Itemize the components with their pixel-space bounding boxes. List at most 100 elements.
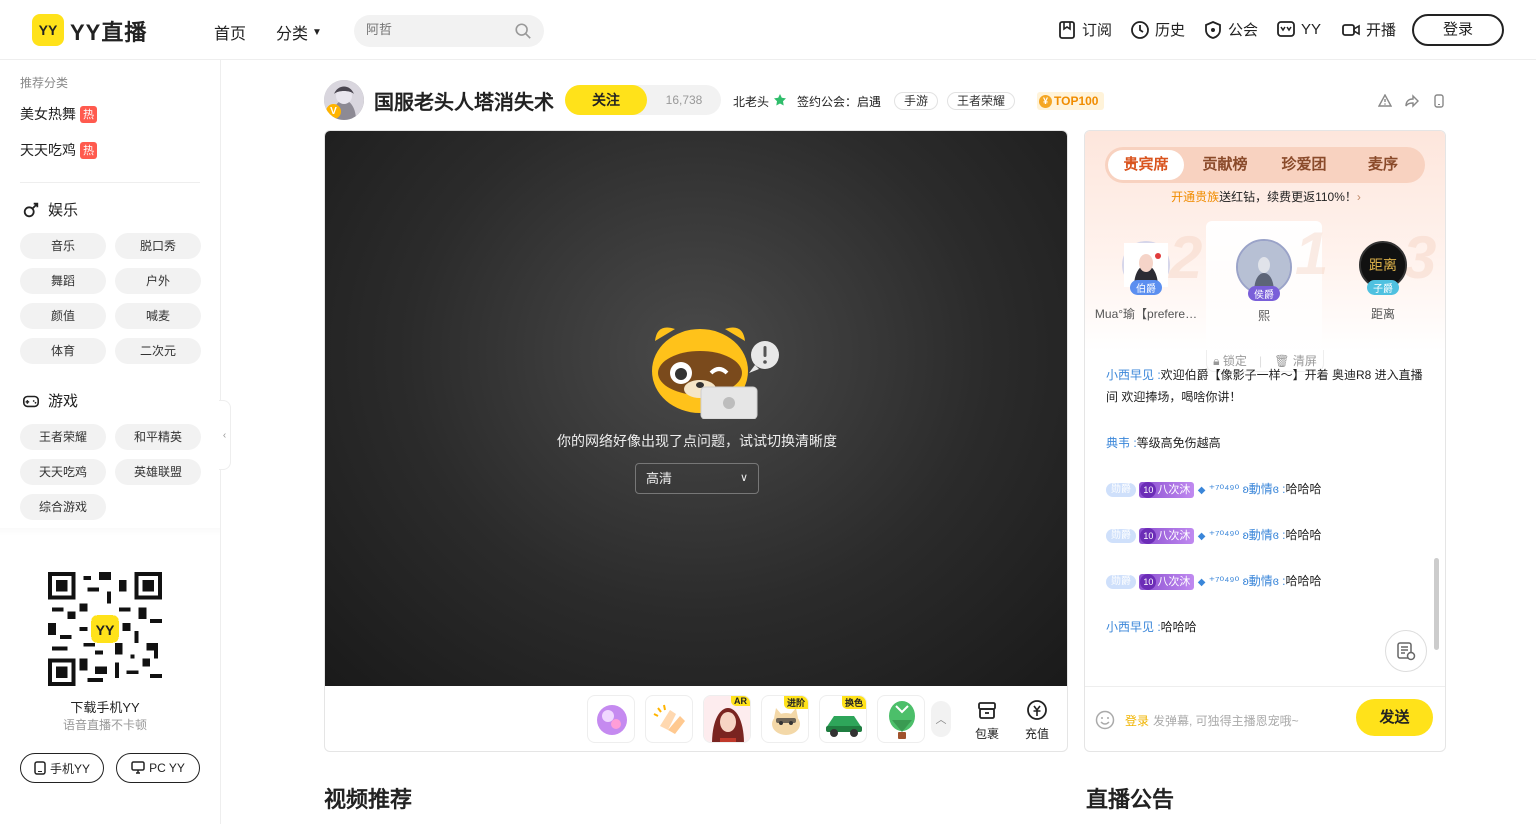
clapping-hands-gift-icon [653, 704, 685, 734]
sidebar-collapse-handle[interactable]: ‹ [219, 400, 231, 470]
fan-name: 八次沐 [1157, 575, 1191, 588]
input-login-link[interactable]: 登录 [1125, 712, 1149, 729]
host-avatar[interactable]: V [324, 80, 364, 120]
gift-item[interactable] [645, 695, 693, 743]
sidebar-item-label: 美女热舞 [20, 106, 76, 122]
chat-text: 哈哈哈 [1285, 528, 1322, 542]
quality-select[interactable]: 高清 ∨ [635, 463, 759, 494]
gift-badge: AR [731, 696, 750, 706]
tag-honor-of-kings[interactable]: 王者荣耀 [947, 92, 1016, 110]
diamond-icon: ◆ [1197, 531, 1206, 542]
chat-username[interactable]: 小西早见 : [1106, 620, 1161, 634]
gift-badge: 换色 [841, 696, 866, 709]
category-pill[interactable]: 综合游戏 [20, 494, 106, 520]
noble-promo[interactable]: 开通贵族送红钻，续费更返110%！› [1085, 188, 1445, 205]
chevron-left-icon: ‹ [222, 429, 227, 441]
chat-username[interactable]: ⁺⁷⁰⁴⁹⁰ ʚ動情ɞ : [1209, 528, 1286, 542]
follow-button[interactable]: 关注 [565, 85, 647, 115]
vip-seat-3[interactable]: 距离 子爵 距离 [1335, 241, 1431, 322]
chat-username[interactable]: ⁺⁷⁰⁴⁹⁰ ʚ動情ɞ : [1209, 574, 1286, 588]
search-icon[interactable] [514, 22, 532, 40]
share-icon[interactable] [1405, 94, 1419, 108]
gift-item[interactable]: AR [703, 695, 751, 743]
subscribe-link[interactable]: 订阅 [1057, 19, 1112, 40]
top100-badge[interactable]: ¥ TOP100 [1037, 92, 1105, 110]
crystal-ball-gift-icon [597, 705, 627, 735]
video-area[interactable]: 你的网络好像出现了点问题，试试切换清晰度 高清 ∨ [325, 131, 1067, 686]
hot-badge: 热 [80, 105, 97, 123]
guild-link[interactable]: 公会 [1203, 19, 1258, 40]
chat-scrollbar[interactable] [1434, 558, 1439, 650]
yy-logo-icon[interactable]: YY [32, 14, 64, 46]
report-icon[interactable] [1378, 94, 1392, 108]
gift-item[interactable]: 换色 [819, 695, 867, 743]
backpack-icon [978, 702, 996, 719]
category-pill[interactable]: 和平精英 [115, 424, 201, 450]
section-entertainment[interactable]: 娱乐 [22, 199, 78, 220]
recharge-button[interactable]: 充值 [1021, 699, 1053, 742]
category-pill[interactable]: 音乐 [20, 233, 106, 259]
gift-item[interactable]: 进阶 [761, 695, 809, 743]
guild-label: 公会 [1228, 22, 1259, 39]
category-pill[interactable]: 二次元 [115, 338, 201, 364]
tab-vip-seats[interactable]: 贵宾席 [1108, 150, 1184, 180]
promo-text: 送红钻，续费更返110%！ [1219, 190, 1357, 204]
tab-contribution[interactable]: 贡献榜 [1187, 150, 1263, 180]
rank-badge: 子爵 [1367, 280, 1399, 295]
chat-settings-button[interactable] [1385, 630, 1427, 672]
go-live-link[interactable]: 开播 [1341, 19, 1396, 40]
category-pill[interactable]: 户外 [115, 268, 201, 294]
pc-yy-button[interactable]: PC YY [116, 753, 200, 783]
gift-item[interactable] [877, 695, 925, 743]
go-live-label: 开播 [1366, 22, 1397, 39]
history-link[interactable]: 历史 [1130, 19, 1185, 40]
category-pill[interactable]: 舞蹈 [20, 268, 106, 294]
mobile-yy-button[interactable]: 手机YY [20, 753, 104, 783]
vip-seat-2[interactable]: 伯爵 Mua°瑜【prefere… [1093, 241, 1199, 322]
qr-code-icon: YY [48, 572, 162, 686]
medal-icon: ¥ [1039, 94, 1052, 108]
section-games[interactable]: 游戏 [22, 390, 78, 411]
chat-username[interactable]: 小西早见 : [1106, 368, 1161, 382]
more-gifts-button[interactable]: ︿ [931, 701, 951, 737]
category-pill[interactable]: 天天吃鸡 [20, 459, 106, 485]
nav-category[interactable]: 分类 ▼ [276, 20, 322, 44]
fan-level: 10 [1140, 573, 1157, 590]
send-button[interactable]: 发送 [1356, 699, 1433, 736]
search-input[interactable] [366, 22, 506, 37]
chat-message: 勋爵 10 八次沐 ◆ ⁺⁷⁰⁴⁹⁰ ʚ動情ɞ :哈哈哈 [1106, 570, 1426, 594]
guild-info[interactable]: 签约公会：启遇 [797, 93, 881, 110]
category-pill[interactable]: 王者荣耀 [20, 424, 106, 450]
login-button[interactable]: 登录 [1412, 14, 1504, 46]
mobile-view-icon[interactable] [1432, 94, 1446, 108]
sidebar-item-pubg[interactable]: 天天吃鸡 热 [20, 140, 97, 160]
divider [0, 528, 220, 536]
vip-seat-1[interactable]: 侯爵 熙 [1213, 239, 1315, 324]
gift-item[interactable] [587, 695, 635, 743]
host-name[interactable]: 北老头 [733, 93, 769, 110]
chat-username[interactable]: 典韦 : [1106, 436, 1137, 450]
chat-input-placeholder[interactable]: 发弹幕, 可独得主播恩宠哦~ [1153, 712, 1299, 729]
chat-text: 哈哈哈 [1285, 574, 1322, 588]
tab-fan-club[interactable]: 珍爱团 [1266, 150, 1342, 180]
logo-text[interactable]: YY直播 [70, 15, 147, 47]
fan-level: 10 [1140, 527, 1157, 544]
category-pill[interactable]: 体育 [20, 338, 106, 364]
category-pill[interactable]: 英雄联盟 [115, 459, 201, 485]
sidebar: 推荐分类 美女热舞 热 天天吃鸡 热 娱乐 音乐 脱口秀 舞蹈 户外 颜值 喊麦… [0, 60, 221, 824]
yy-link[interactable]: YY [1276, 19, 1321, 39]
clock-icon [1131, 20, 1149, 39]
backpack-button[interactable]: 包裹 [971, 699, 1003, 742]
chat-username[interactable]: ⁺⁷⁰⁴⁹⁰ ʚ動情ɞ : [1209, 482, 1286, 496]
category-pill[interactable]: 喊麦 [115, 303, 201, 329]
follower-count: 16,738 [665, 93, 703, 107]
category-pill[interactable]: 脱口秀 [115, 233, 201, 259]
sidebar-item-dance[interactable]: 美女热舞 热 [20, 104, 97, 124]
tag-mobile-game[interactable]: 手游 [894, 92, 939, 110]
nav-home[interactable]: 首页 [214, 20, 246, 44]
category-pill[interactable]: 颜值 [20, 303, 106, 329]
download-title: 下载手机YY [70, 700, 140, 715]
camera-icon [1342, 23, 1360, 36]
tab-mic-queue[interactable]: 麦序 [1345, 150, 1421, 180]
emoji-icon[interactable] [1095, 710, 1115, 730]
